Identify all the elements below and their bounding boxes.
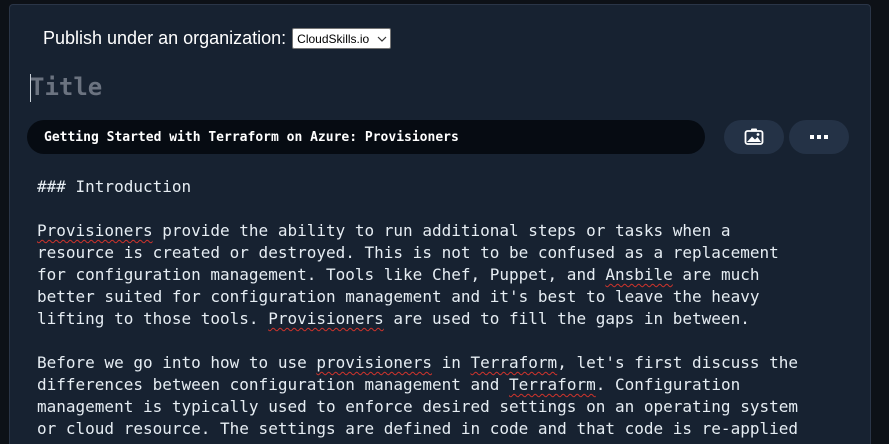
body-line: or cloud resource. The settings are defi… bbox=[37, 418, 867, 440]
text-segment: . Configuration bbox=[595, 375, 741, 394]
paragraph-2: Before we go into how to use provisioner… bbox=[37, 352, 867, 444]
chevron-down-icon bbox=[377, 36, 387, 42]
editor-panel: Publish under an organization: CloudSkil… bbox=[9, 4, 871, 444]
upload-image-button[interactable] bbox=[724, 120, 784, 154]
text-segment: Before we go into how to use bbox=[37, 353, 317, 372]
tags-input[interactable]: Getting Started with Terraform on Azure:… bbox=[27, 120, 705, 154]
body-line: for configuration management. Tools like… bbox=[37, 264, 867, 286]
body-line: differences between configuration manage… bbox=[37, 374, 867, 396]
text-segment: , let's first discuss the bbox=[557, 353, 799, 372]
body-editor[interactable]: ### Introduction Provisioners provide th… bbox=[37, 176, 867, 444]
text-segment: differences between configuration manage… bbox=[37, 375, 510, 394]
organization-select[interactable]: CloudSkills.io bbox=[292, 28, 392, 49]
body-line: management is typically used to enforce … bbox=[37, 396, 867, 418]
organization-select-value: CloudSkills.io bbox=[297, 31, 370, 46]
organization-label: Publish under an organization: bbox=[43, 28, 287, 48]
body-line: Provisioners provide the ability to run … bbox=[37, 220, 867, 242]
image-upload-icon bbox=[744, 128, 764, 145]
text-segment: resource is created or destroyed. This i… bbox=[37, 243, 779, 262]
text-segment: or cloud resource. The settings are defi… bbox=[37, 419, 798, 438]
text-segment: for configuration management. Tools like… bbox=[37, 265, 606, 284]
misspelled-word: Provisioners bbox=[37, 221, 153, 240]
text-segment: provide the ability to run additional st… bbox=[152, 221, 731, 240]
text-caret bbox=[30, 74, 31, 102]
misspelled-word: provisioners bbox=[316, 353, 432, 372]
text-segment: are used to fill the gaps in between. bbox=[383, 309, 750, 328]
body-line: better suited for configuration manageme… bbox=[37, 286, 867, 308]
more-options-button[interactable] bbox=[789, 120, 849, 154]
misspelled-word: Ansbile bbox=[605, 265, 673, 284]
text-segment: better suited for configuration manageme… bbox=[37, 287, 760, 306]
more-horizontal-icon bbox=[810, 135, 828, 139]
body-line: lifting to those tools. Provisioners are… bbox=[37, 308, 867, 330]
text-segment: management is typically used to enforce … bbox=[37, 397, 798, 416]
misspelled-word: Terraform bbox=[509, 375, 596, 394]
title-input[interactable] bbox=[30, 67, 430, 107]
text-segment: lifting to those tools. bbox=[37, 309, 269, 328]
text-segment: in bbox=[431, 353, 471, 372]
body-line: Before we go into how to use provisioner… bbox=[37, 352, 867, 374]
text-segment: are much bbox=[672, 265, 760, 284]
body-heading: ### Introduction bbox=[37, 177, 192, 196]
organization-row: Publish under an organization: CloudSkil… bbox=[43, 28, 392, 49]
paragraph-1: Provisioners provide the ability to run … bbox=[37, 220, 867, 330]
body-line: resource is created or destroyed. This i… bbox=[37, 242, 867, 264]
body-line: again and again to enforce the settings … bbox=[37, 440, 867, 444]
misspelled-word: Terraform bbox=[470, 353, 558, 372]
misspelled-word: Provisioners bbox=[268, 309, 384, 328]
